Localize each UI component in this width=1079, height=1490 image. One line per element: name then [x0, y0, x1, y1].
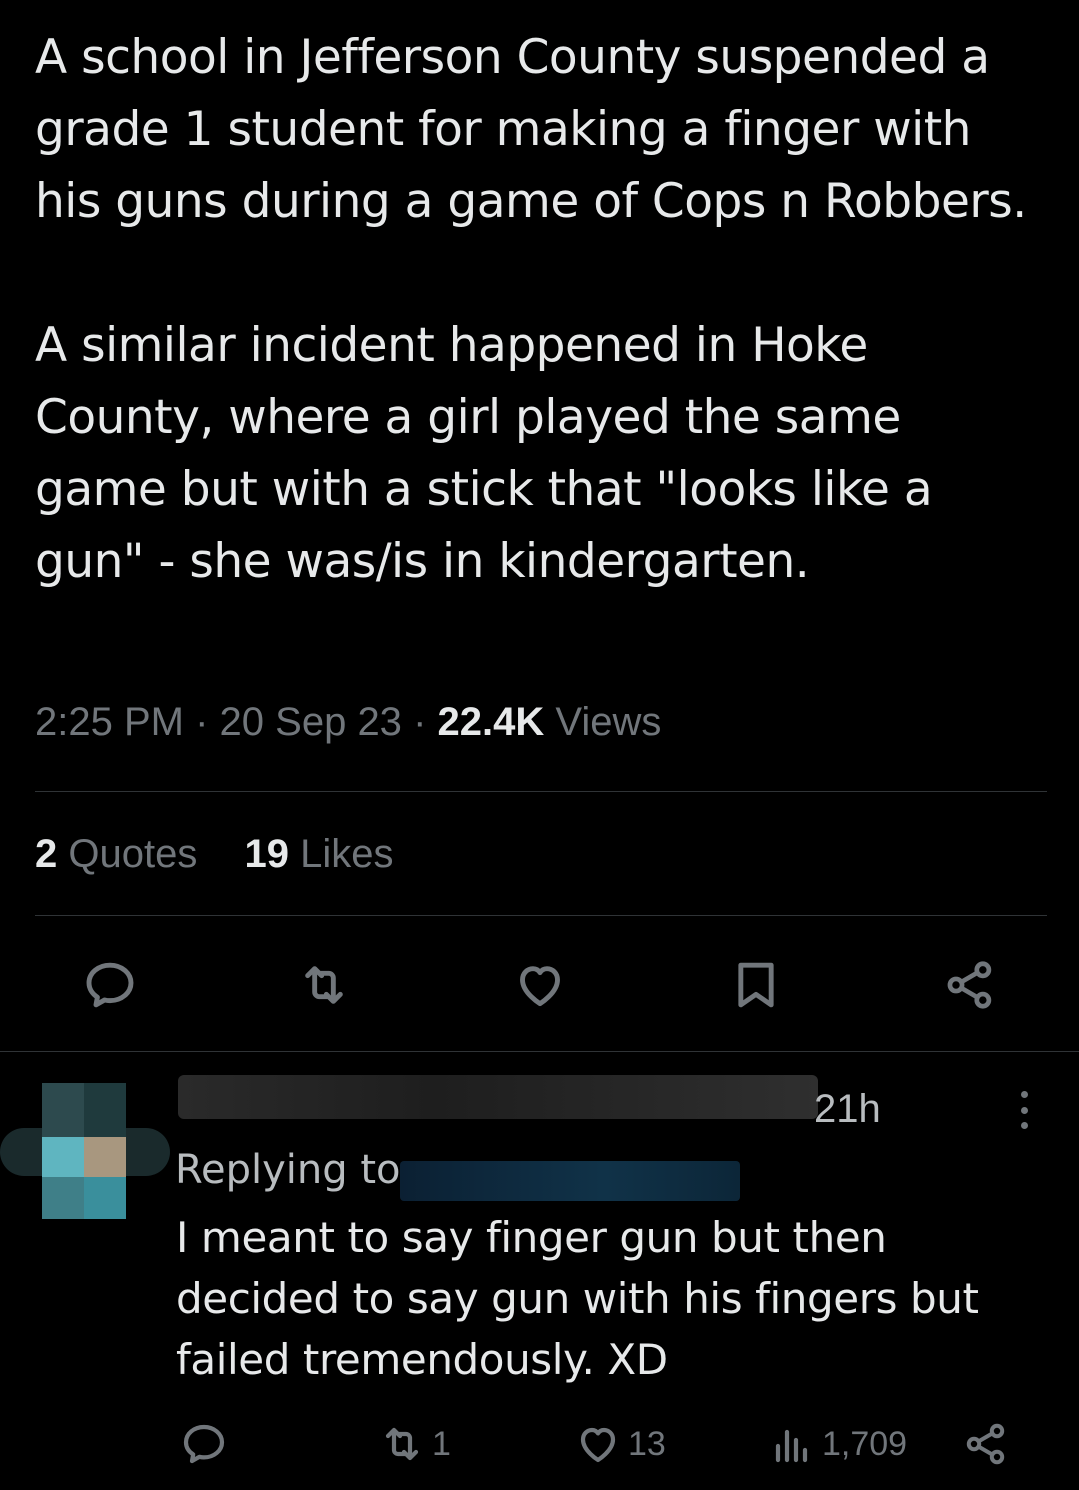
like-icon [520, 966, 560, 1007]
more-options-icon[interactable] [1006, 1085, 1042, 1135]
replying-to-handle-blurred[interactable] [400, 1161, 740, 1201]
reply-icon [183, 1424, 225, 1464]
likes-stat[interactable]: 19 Likes [244, 832, 393, 876]
divider [35, 915, 1047, 916]
tweet-paragraph-1: A school in Jefferson County suspended a… [35, 30, 1027, 229]
views-count: 22.4K [437, 700, 545, 744]
reply-like-count: 13 [628, 1424, 666, 1463]
views-label: Views [555, 700, 662, 744]
retweet-icon [305, 966, 343, 1004]
display-name-blurred[interactable] [178, 1075, 818, 1119]
tweet-action-bar [0, 953, 1079, 1017]
share-button[interactable] [938, 953, 1002, 1017]
views-icon [775, 1429, 808, 1463]
tweet-stats: 2 Quotes 19 Likes [35, 832, 393, 877]
divider [35, 791, 1047, 792]
quotes-label: Quotes [68, 832, 198, 876]
avatar[interactable] [0, 1073, 170, 1233]
reply-retweet-count: 1 [432, 1424, 451, 1463]
divider [0, 1051, 1079, 1052]
share-icon [966, 1423, 1005, 1465]
retweet-button[interactable] [292, 953, 356, 1017]
reply-icon [86, 962, 134, 1008]
reply-views-count: 1,709 [822, 1424, 908, 1463]
tweet-time[interactable]: 2:25 PM [35, 700, 184, 744]
tweet-meta: 2:25 PM · 20 Sep 23 · 22.4K Views [35, 700, 661, 745]
tweet-text: A school in Jefferson County suspended a… [35, 22, 1045, 598]
quotes-stat[interactable]: 2 Quotes [35, 832, 197, 876]
share-icon [947, 961, 992, 1009]
reply-text: I meant to say finger gun but then decid… [176, 1213, 979, 1384]
reply-retweet-button[interactable]: 1 [378, 1418, 451, 1470]
like-icon [580, 1427, 616, 1463]
meta-separator: · [195, 700, 209, 744]
like-button[interactable] [508, 953, 572, 1017]
reply-reply-button[interactable] [180, 1418, 228, 1470]
reply-tweet[interactable]: 21h Replying to I meant to say finger gu… [0, 1053, 1079, 1490]
bookmark-button[interactable] [724, 953, 788, 1017]
retweet-icon [385, 1427, 419, 1461]
bookmark-icon [738, 962, 774, 1008]
likes-count: 19 [244, 832, 289, 876]
quotes-count: 2 [35, 832, 58, 876]
replying-to-label: Replying to [175, 1147, 401, 1193]
reply-like-button[interactable]: 13 [574, 1418, 666, 1470]
meta-separator: · [413, 700, 427, 744]
reply-action-bar: 1 13 1,709 [0, 1418, 1079, 1470]
tweet-date[interactable]: 20 Sep 23 [220, 700, 402, 744]
tweet-paragraph-2: A similar incident happened in Hoke Coun… [35, 318, 933, 589]
reply-time[interactable]: 21h [814, 1087, 881, 1132]
likes-label: Likes [300, 832, 394, 876]
reply-views-button[interactable]: 1,709 [768, 1418, 907, 1470]
reply-button[interactable] [78, 953, 142, 1017]
reply-share-button[interactable] [962, 1418, 1010, 1470]
